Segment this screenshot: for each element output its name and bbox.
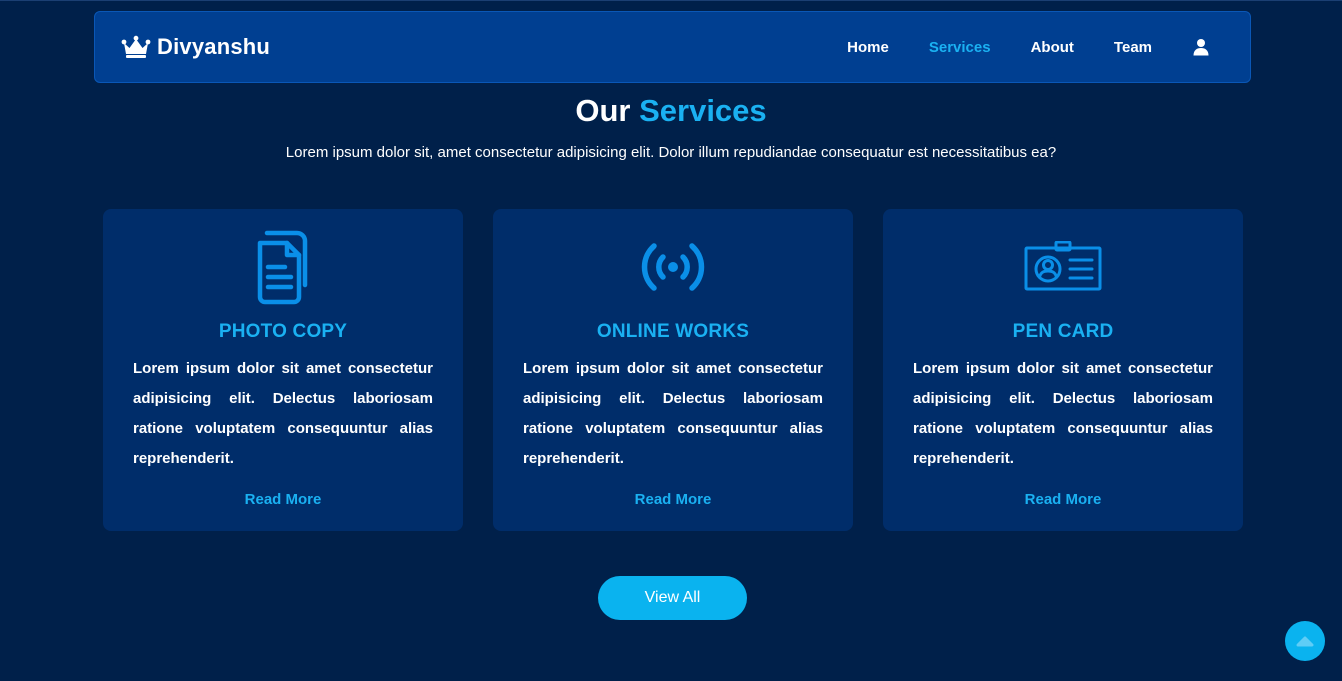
view-all-button[interactable]: View All [598,576,747,620]
navbar: Divyanshu Home Services About Team [94,11,1251,83]
service-card: Photo Copy Lorem ipsum dolor sit amet co… [103,209,463,531]
section-subtitle: Lorem ipsum dolor sit, amet consectetur … [285,144,1057,161]
user-icon[interactable] [1192,38,1210,56]
read-more-link[interactable]: Read More [1025,491,1102,508]
service-card: Pen Card Lorem ipsum dolor sit amet cons… [883,209,1243,531]
id-card-icon [1018,229,1108,305]
card-text: Lorem ipsum dolor sit amet consectetur a… [913,360,1213,467]
section-title-accent: Services [639,93,767,128]
broadcast-icon [628,229,718,305]
main-nav: Home Services About Team [847,38,1210,56]
service-cards: Photo Copy Lorem ipsum dolor sit amet co… [103,209,1243,531]
card-title: Photo Copy [218,321,348,342]
page: Divyanshu Home Services About Team Our S… [0,0,1342,681]
service-card: Online Works Lorem ipsum dolor sit amet … [493,209,853,531]
card-text: Lorem ipsum dolor sit amet consectetur a… [133,360,433,467]
section-title-plain: Our [575,93,631,128]
brand-logo[interactable]: Divyanshu [121,34,270,60]
card-text: Lorem ipsum dolor sit amet consectetur a… [523,360,823,467]
card-title: Online Works [596,321,750,342]
brand-name: Divyanshu [157,34,271,59]
document-copy-icon [238,229,328,305]
nav-home[interactable]: Home [847,39,889,56]
chevron-up-icon [1296,636,1314,647]
read-more-link[interactable]: Read More [635,491,712,508]
read-more-link[interactable]: Read More [245,491,322,508]
nav-services[interactable]: Services [929,39,991,56]
section-title: Our Services [0,93,1342,129]
nav-about[interactable]: About [1031,39,1074,56]
nav-team[interactable]: Team [1114,39,1152,56]
card-title: Pen Card [1012,321,1114,342]
crown-icon [121,35,151,58]
scroll-top-button[interactable] [1285,621,1325,661]
